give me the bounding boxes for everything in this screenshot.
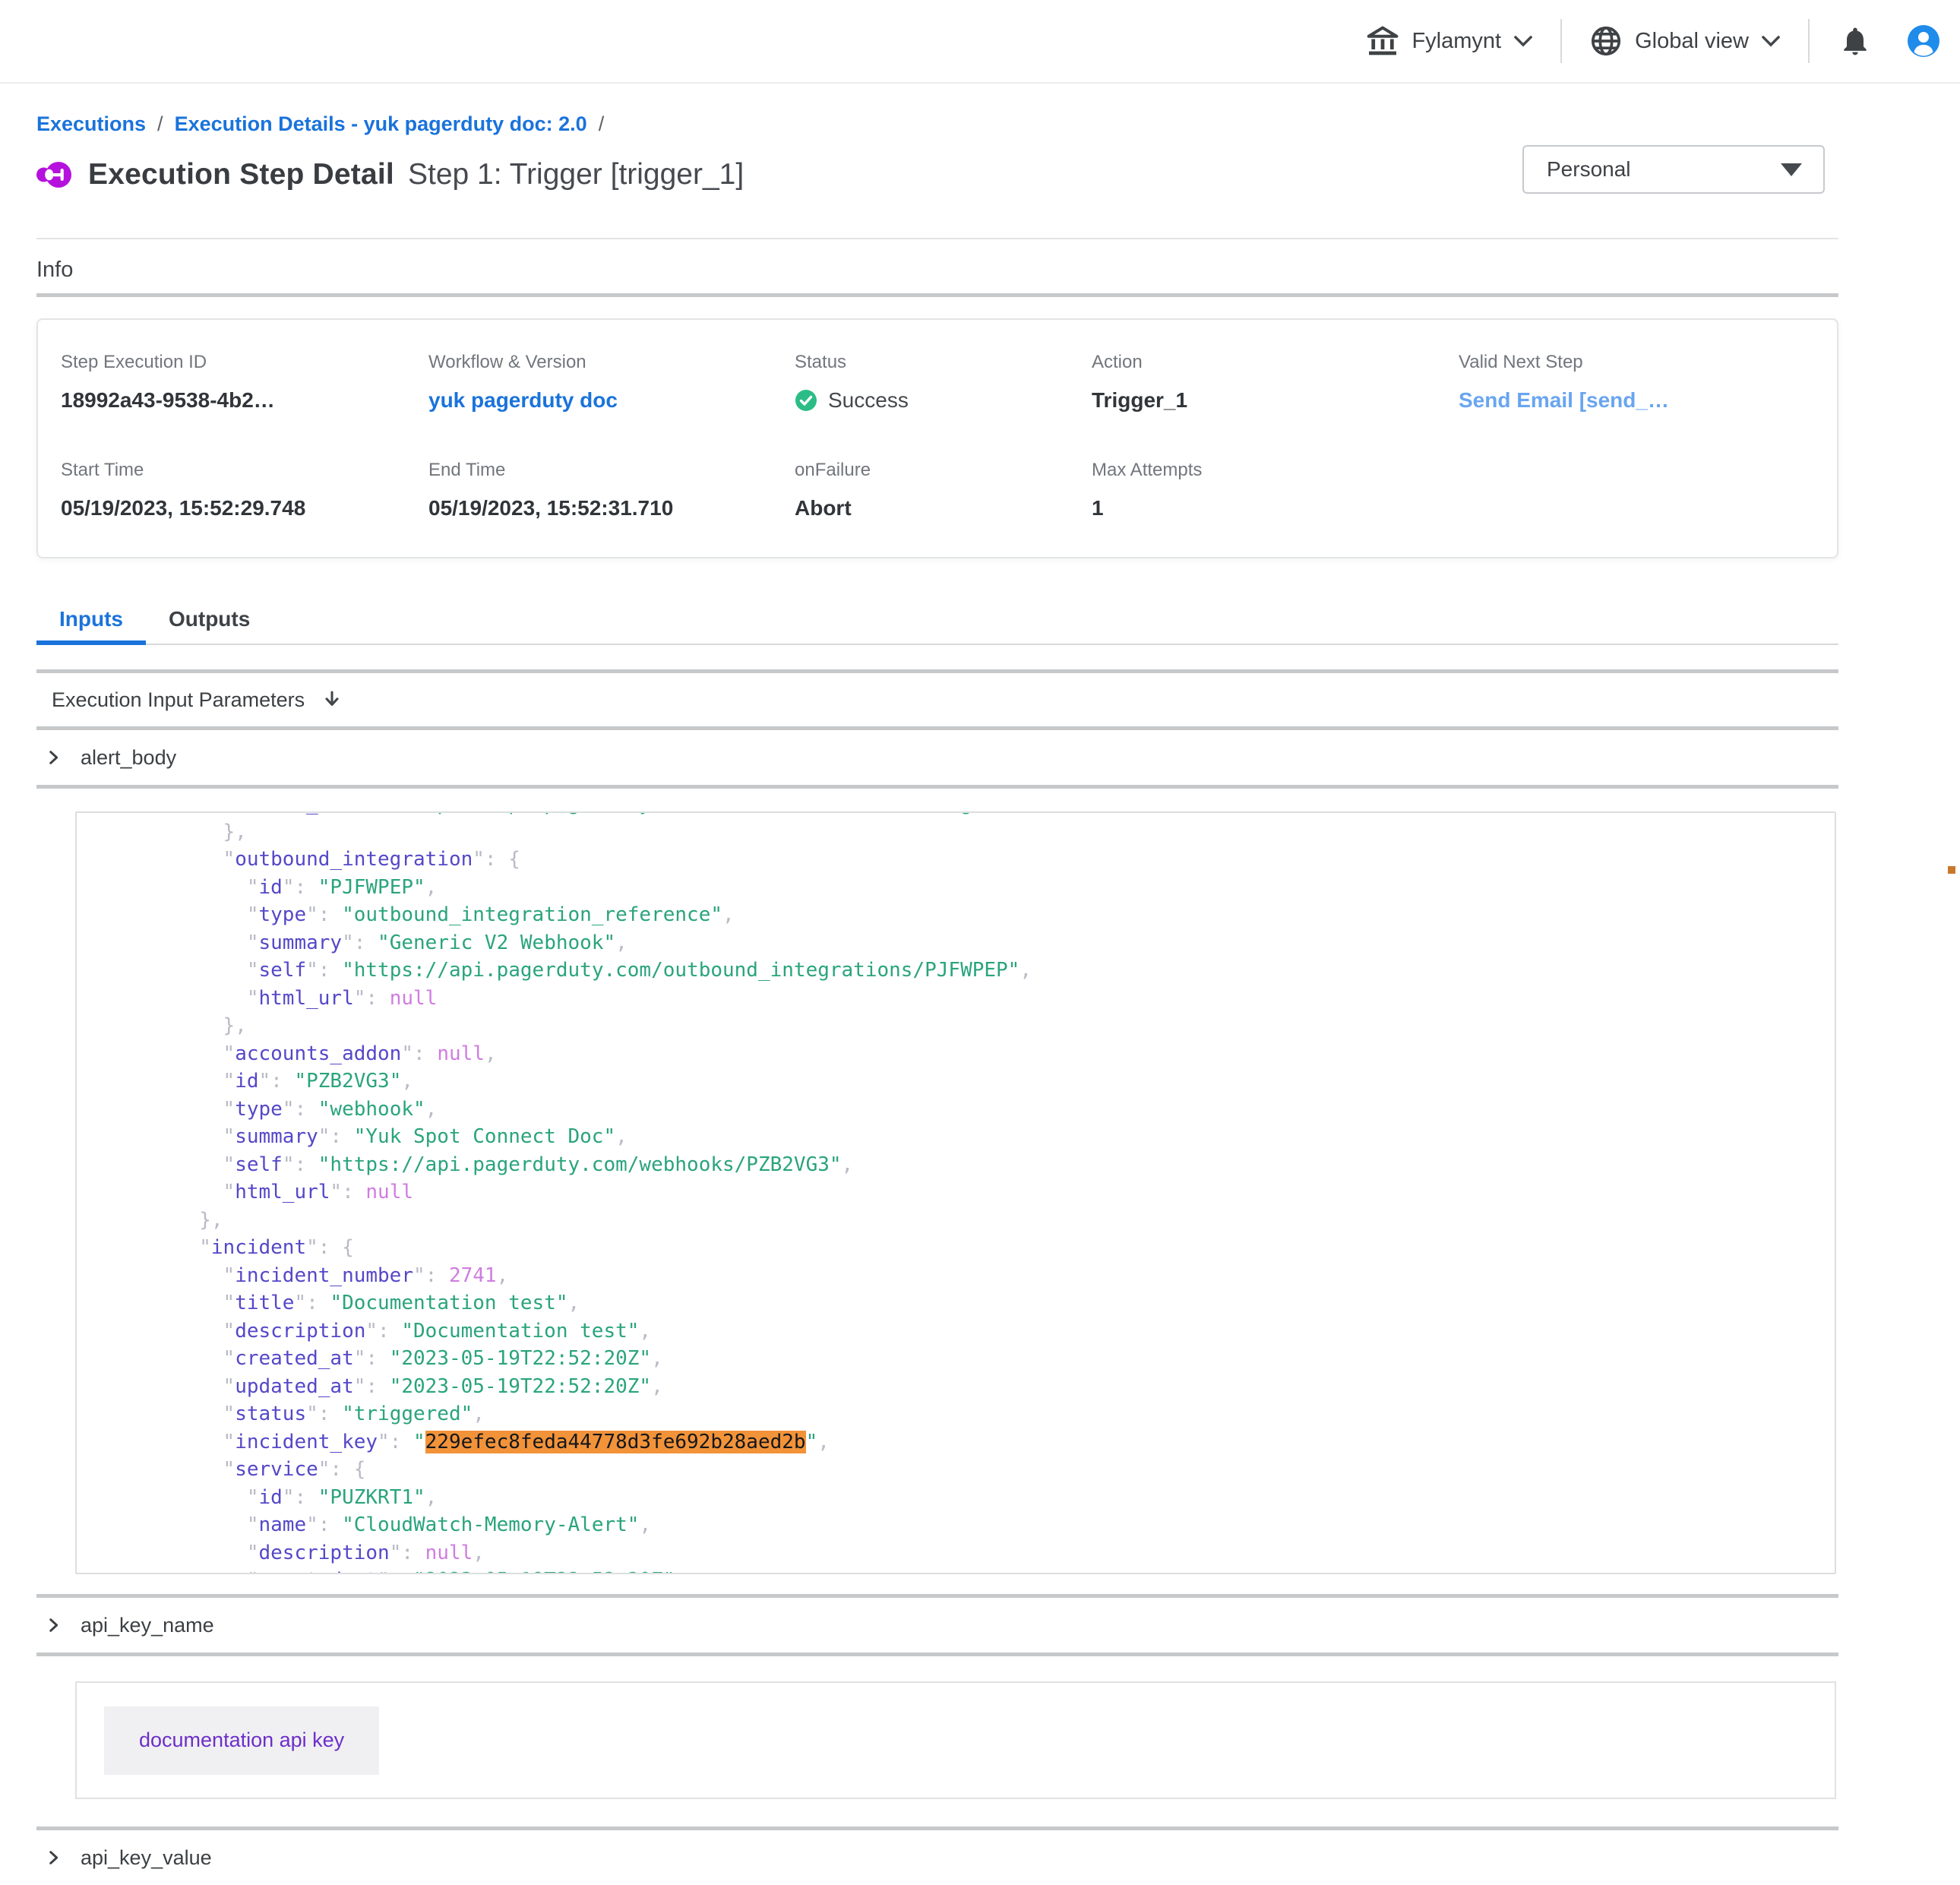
global-view-switcher[interactable]: Global view (1589, 24, 1781, 58)
chevron-right-icon (46, 1617, 62, 1634)
divider (36, 238, 1838, 239)
find-highlight-scroll-marker (1948, 866, 1955, 874)
section-divider (36, 293, 1838, 297)
info-field: Status Success (795, 352, 1092, 413)
info-field: Action Trigger_1 (1092, 352, 1459, 413)
field-label: Max Attempts (1092, 460, 1459, 481)
param-name-api-key-name: api_key_name (81, 1614, 214, 1637)
section-divider (36, 1653, 1838, 1656)
breadcrumb-link-executions[interactable]: Executions (36, 112, 146, 136)
info-field: Max Attempts 1 (1092, 460, 1459, 520)
workflow-logo-icon (36, 157, 71, 192)
globe-icon (1589, 24, 1623, 58)
scope-select[interactable]: Personal (1522, 145, 1825, 194)
field-label: Step Execution ID (61, 352, 428, 373)
expander-api-key-name[interactable]: api_key_name (36, 1598, 1838, 1653)
org-switcher[interactable]: Fylamynt (1366, 24, 1533, 58)
info-field: Valid Next Step Send Email [send_… (1459, 352, 1814, 413)
info-field: Start Time 05/19/2023, 15:52:29.748 (61, 460, 428, 520)
global-view-label: Global view (1635, 29, 1749, 54)
param-name-alert-body: alert_body (81, 746, 176, 770)
topbar-divider (1560, 19, 1562, 63)
expander-api-key-value[interactable]: api_key_value (36, 1830, 1838, 1885)
top-bar: Fylamynt Global view (0, 0, 1960, 84)
tab-inputs[interactable]: Inputs (36, 607, 146, 644)
page-header: Execution Step Detail Step 1: Trigger [t… (36, 148, 1838, 201)
info-heading: Info (36, 258, 1838, 283)
bank-icon (1366, 24, 1399, 58)
chevron-down-icon (1513, 34, 1533, 48)
section-divider (36, 785, 1838, 789)
action-value: Trigger_1 (1092, 388, 1459, 413)
chevron-down-icon (1761, 34, 1781, 48)
start-time-value: 05/19/2023, 15:52:29.748 (61, 496, 428, 520)
notifications-bell-icon[interactable] (1838, 24, 1872, 58)
params-header-label: Execution Input Parameters (52, 688, 305, 712)
page-title: Execution Step Detail (88, 158, 394, 191)
breadcrumb-link-execution-details[interactable]: Execution Details - yuk pagerduty doc: 2… (175, 112, 587, 136)
param-name-api-key-value: api_key_value (81, 1846, 212, 1870)
topbar-divider (1808, 19, 1810, 63)
json-code: "html_url": "https://api.pagerduty.com/s… (77, 811, 1835, 1574)
field-label: Valid Next Step (1459, 352, 1814, 373)
field-label: Status (795, 352, 1092, 373)
info-field: End Time 05/19/2023, 15:52:31.710 (428, 460, 795, 520)
user-avatar[interactable] (1907, 24, 1940, 58)
download-arrow-icon[interactable] (321, 689, 343, 710)
tab-bar: Inputs Outputs (36, 607, 1838, 645)
scope-select-value: Personal (1547, 157, 1631, 182)
page-subtitle: Step 1: Trigger [trigger_1] (408, 158, 744, 191)
info-field: Step Execution ID 18992a43-9538-4b2… (61, 352, 428, 413)
breadcrumb-separator: / (157, 112, 163, 136)
end-time-value: 05/19/2023, 15:52:31.710 (428, 496, 795, 520)
success-check-icon (795, 389, 817, 412)
workflow-link[interactable]: yuk pagerduty doc (428, 388, 618, 412)
chevron-right-icon (46, 749, 62, 766)
max-attempts-value: 1 (1092, 496, 1459, 520)
org-label: Fylamynt (1412, 29, 1501, 54)
info-card: Step Execution ID 18992a43-9538-4b2… Wor… (36, 318, 1838, 558)
status-badge: Success (828, 388, 909, 413)
breadcrumb: Executions / Execution Details - yuk pag… (36, 112, 1838, 136)
expander-alert-body[interactable]: alert_body (36, 730, 1838, 785)
execution-input-parameters-header: Execution Input Parameters (36, 673, 1838, 726)
valid-next-step-link[interactable]: Send Email [send_… (1459, 388, 1669, 412)
chevron-right-icon (46, 1849, 62, 1866)
info-field: Workflow & Version yuk pagerduty doc (428, 352, 795, 413)
api-key-name-chip: documentation api key (104, 1706, 379, 1775)
field-label: onFailure (795, 460, 1092, 481)
field-label: Workflow & Version (428, 352, 795, 373)
main-content: Executions / Execution Details - yuk pag… (0, 112, 1960, 1885)
field-label: Action (1092, 352, 1459, 373)
tab-outputs[interactable]: Outputs (146, 607, 273, 644)
on-failure-value: Abort (795, 496, 1092, 520)
field-label: End Time (428, 460, 795, 481)
caret-down-icon (1781, 163, 1802, 176)
breadcrumb-separator: / (599, 112, 605, 136)
alert-body-json-viewer[interactable]: "html_url": "https://api.pagerduty.com/s… (75, 811, 1836, 1574)
info-field: onFailure Abort (795, 460, 1092, 520)
step-execution-id-value: 18992a43-9538-4b2… (61, 388, 428, 413)
api-key-name-panel: documentation api key (75, 1681, 1836, 1799)
field-label: Start Time (61, 460, 428, 481)
